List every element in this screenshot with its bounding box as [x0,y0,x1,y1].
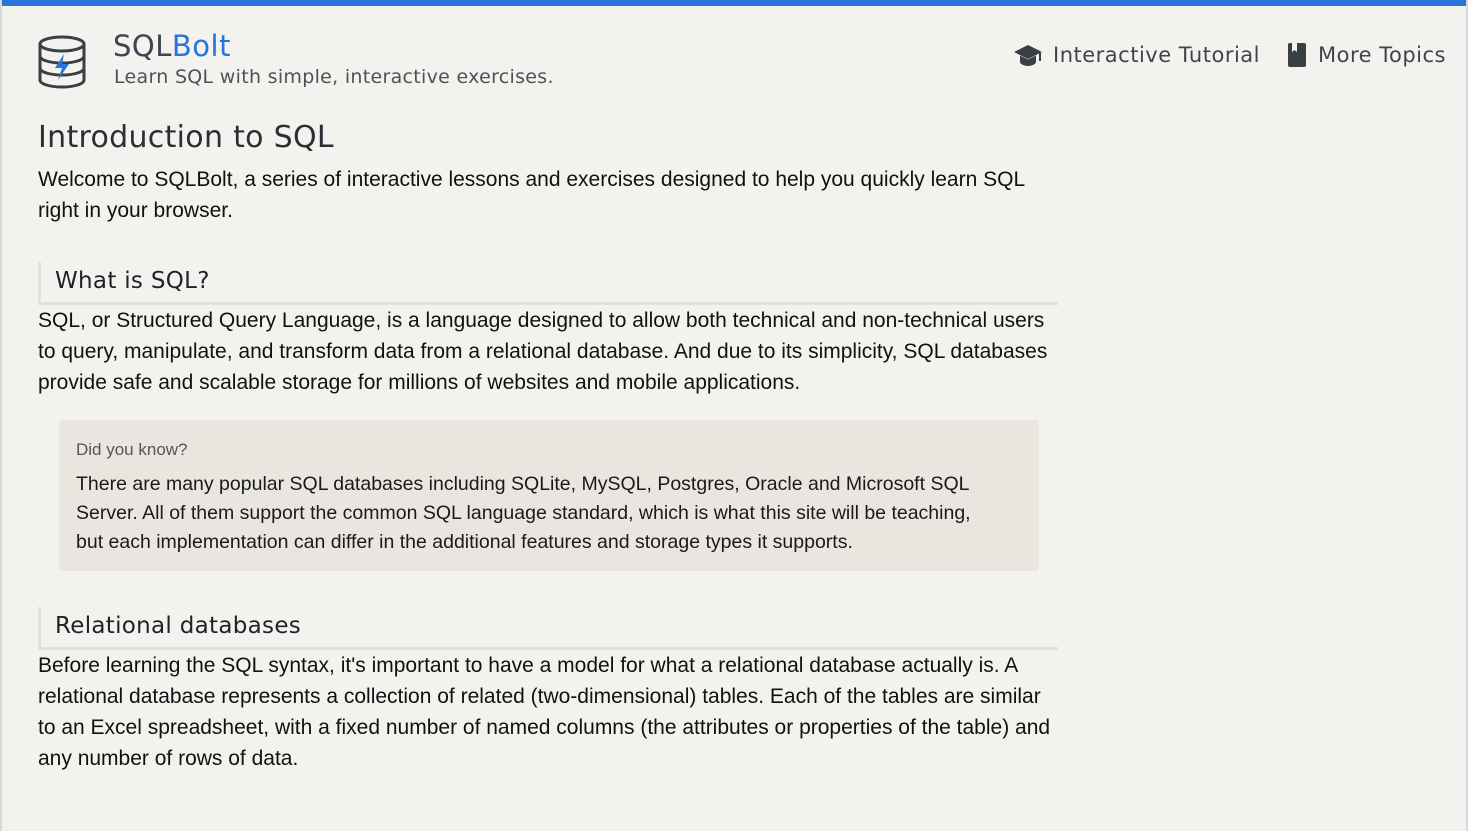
section-heading-relational-databases: Relational databases [38,607,1058,650]
database-bolt-icon[interactable] [36,34,88,90]
nav-label: Interactive Tutorial [1053,43,1260,67]
nav-more-topics[interactable]: More Topics [1286,42,1446,68]
callout-text: There are many popular SQL databases inc… [76,473,971,553]
did-you-know-callout: Did you know? There are many popular SQL… [59,420,1039,571]
section-paragraph: SQL, or Structured Query Language, is a … [38,309,1048,394]
brand-sql: SQL [113,29,172,63]
top-accent-bar [2,0,1466,6]
main-content: Introduction to SQL Welcome to SQLBolt, … [38,112,1062,774]
section-paragraph: Before learning the SQL syntax, it's imp… [38,654,1051,770]
book-icon [1286,42,1308,68]
top-nav: Interactive Tutorial More Topics [1013,42,1446,68]
nav-label: More Topics [1318,43,1446,67]
site-brand[interactable]: SQLBolt [113,28,231,64]
brand-bolt: Bolt [171,29,231,63]
nav-interactive-tutorial[interactable]: Interactive Tutorial [1013,42,1260,68]
section-heading-what-is-sql: What is SQL? [38,262,1058,305]
graduation-cap-icon [1013,42,1043,68]
intro-paragraph: Welcome to SQLBolt, a series of interact… [38,168,1025,222]
callout-title: Did you know? [76,440,188,459]
page-title: Introduction to SQL [38,120,334,155]
site-tagline: Learn SQL with simple, interactive exerc… [114,66,554,88]
